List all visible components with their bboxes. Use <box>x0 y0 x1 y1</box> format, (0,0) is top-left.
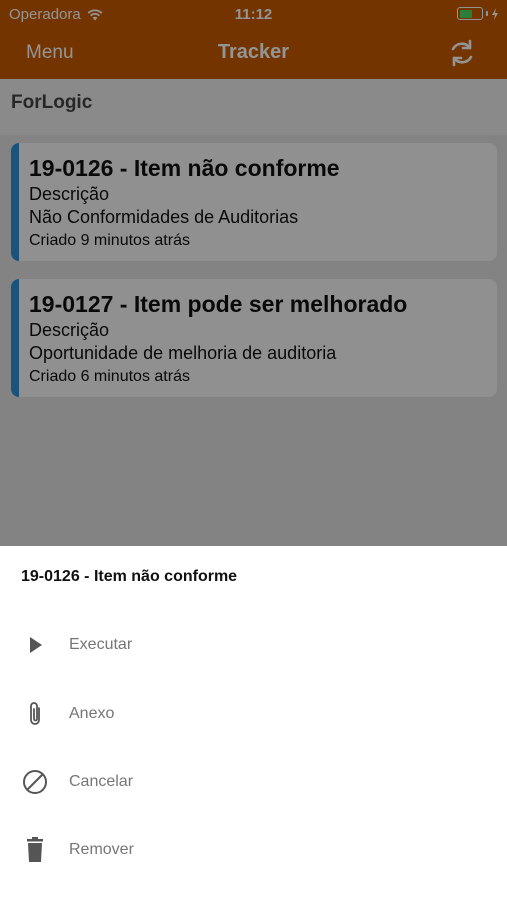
execute-button[interactable]: Executar <box>0 617 507 673</box>
play-icon <box>21 631 49 659</box>
cancel-button[interactable]: Cancelar <box>0 754 507 810</box>
trash-icon <box>21 836 49 864</box>
execute-label: Executar <box>69 636 133 653</box>
attachment-button[interactable]: Anexo <box>0 686 507 742</box>
modal-backdrop[interactable] <box>0 0 507 546</box>
paperclip-icon <box>21 700 49 728</box>
cancel-icon <box>21 768 49 796</box>
remove-label: Remover <box>69 841 134 858</box>
remove-button[interactable]: Remover <box>0 822 507 878</box>
cancel-label: Cancelar <box>69 773 134 790</box>
attachment-label: Anexo <box>69 705 115 722</box>
sheet-title: 19-0126 - Item não conforme <box>21 568 238 585</box>
action-sheet: 19-0126 - Item não conforme Executar Ane… <box>0 546 507 900</box>
